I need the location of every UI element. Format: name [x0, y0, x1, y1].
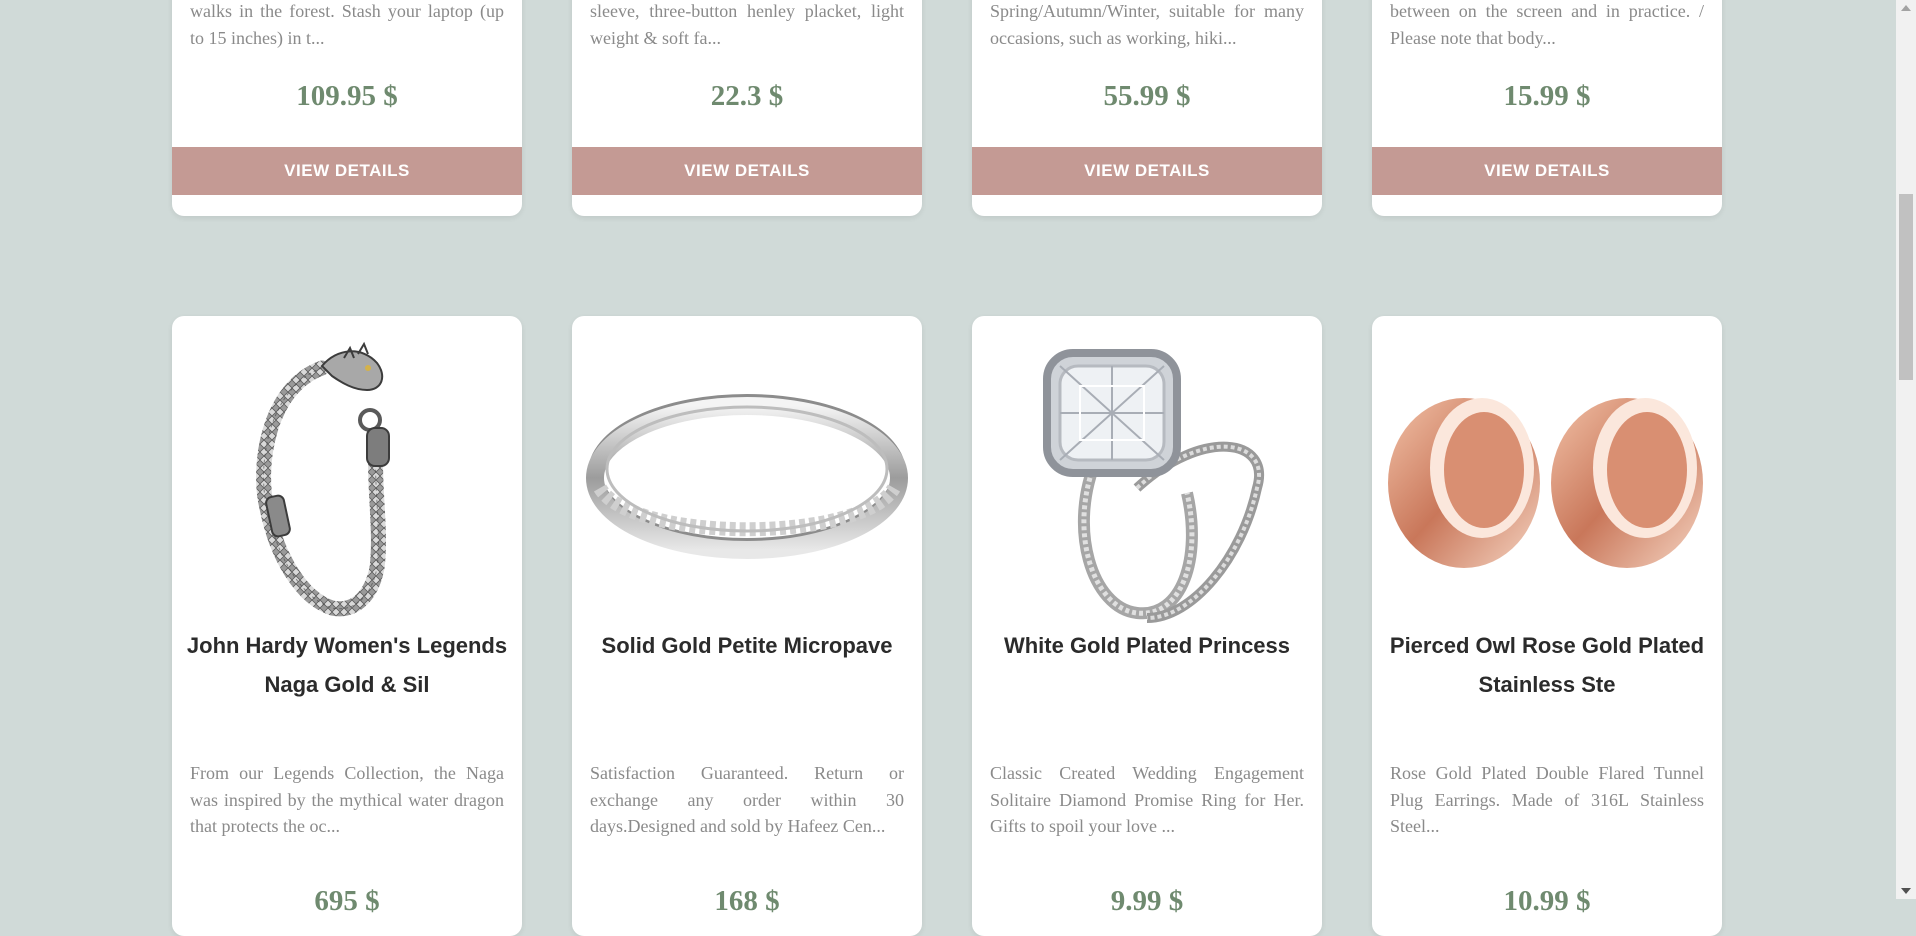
- scroll-up-arrow-icon[interactable]: [1901, 5, 1911, 11]
- product-image[interactable]: [1372, 328, 1722, 628]
- product-description: From our Legends Collection, the Naga wa…: [190, 763, 504, 836]
- product-image[interactable]: [172, 328, 522, 628]
- product-grid: walks in the forest. Stash your laptop (…: [0, 0, 1896, 936]
- silver-dragon-bracelet-image: [256, 341, 390, 617]
- product-card: Spring/Autumn/Winter, suitable for many …: [972, 0, 1322, 216]
- view-details-button[interactable]: VIEW DETAILS: [572, 147, 922, 195]
- view-details-button[interactable]: VIEW DETAILS: [972, 147, 1322, 195]
- scroll-down-arrow-icon[interactable]: [1901, 888, 1911, 894]
- product-price: 10.99 $: [1503, 885, 1591, 917]
- view-details-button[interactable]: VIEW DETAILS: [1372, 147, 1722, 195]
- scroll-thumb[interactable]: [1899, 194, 1913, 380]
- product-card[interactable]: John Hardy Women's Legends Naga Gold & S…: [172, 316, 522, 936]
- rose-gold-tunnel-plugs-image: [1388, 398, 1703, 568]
- product-price: 168 $: [714, 885, 780, 917]
- product-card: walks in the forest. Stash your laptop (…: [172, 0, 522, 216]
- product-title[interactable]: White Gold Plated Princess: [982, 626, 1312, 665]
- product-title[interactable]: Solid Gold Petite Micropave: [582, 626, 912, 665]
- vertical-scrollbar[interactable]: [1896, 0, 1916, 899]
- product-description: between on the screen and in practice. /…: [1390, 1, 1704, 48]
- product-price: 9.99 $: [1110, 885, 1184, 917]
- diamond-engagement-ring-set-image: [1043, 349, 1264, 623]
- product-price: 695 $: [314, 885, 380, 917]
- product-card: between on the screen and in practice. /…: [1372, 0, 1722, 216]
- product-description: Classic Created Wedding Engagement Solit…: [990, 763, 1304, 836]
- product-title[interactable]: Pierced Owl Rose Gold Plated Stainless S…: [1382, 626, 1712, 704]
- product-card[interactable]: Pierced Owl Rose Gold Plated Stainless S…: [1372, 316, 1722, 936]
- product-card[interactable]: Solid Gold Petite Micropave Satisfaction…: [572, 316, 922, 936]
- silver-micropave-ring-image: [586, 394, 908, 559]
- product-description: Rose Gold Plated Double Flared Tunnel Pl…: [1390, 763, 1704, 836]
- product-image[interactable]: [972, 328, 1322, 628]
- view-details-button[interactable]: VIEW DETAILS: [172, 147, 522, 195]
- product-description: sleeve, three-button henley placket, lig…: [590, 1, 904, 48]
- product-description: walks in the forest. Stash your laptop (…: [190, 1, 504, 48]
- product-price: 15.99 $: [1503, 80, 1591, 112]
- product-price: 22.3 $: [710, 80, 784, 112]
- product-description: Spring/Autumn/Winter, suitable for many …: [990, 1, 1304, 48]
- product-card[interactable]: White Gold Plated Princess Classic Creat…: [972, 316, 1322, 936]
- product-title[interactable]: John Hardy Women's Legends Naga Gold & S…: [182, 626, 512, 704]
- product-card: sleeve, three-button henley placket, lig…: [572, 0, 922, 216]
- product-price: 109.95 $: [296, 80, 398, 112]
- product-image[interactable]: [572, 328, 922, 628]
- product-price: 55.99 $: [1103, 80, 1191, 112]
- product-description: Satisfaction Guaranteed. Return or excha…: [590, 763, 904, 836]
